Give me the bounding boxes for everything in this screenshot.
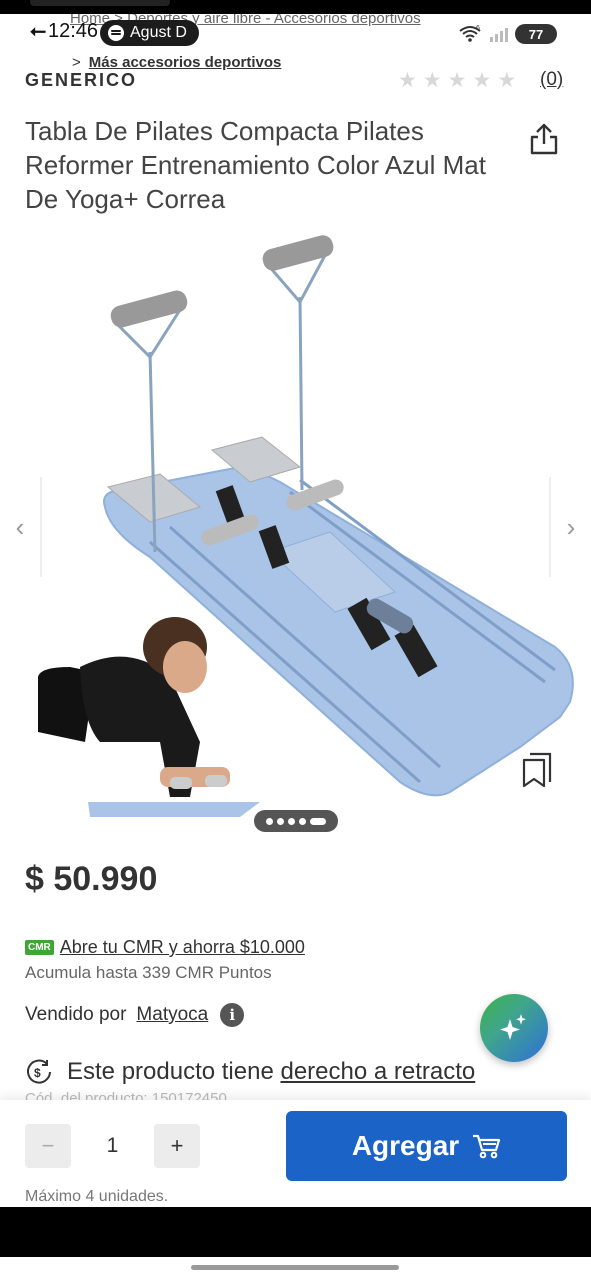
sub-breadcrumb: > Más accesorios deportivos	[72, 54, 281, 71]
add-to-cart-label: Agregar	[351, 1130, 460, 1161]
gallery-prev-button[interactable]: ‹	[0, 477, 42, 577]
add-to-cart-button[interactable]: Agregar	[286, 1111, 567, 1181]
product-code: Cód. del producto: 150172450	[25, 1092, 227, 1100]
pagination-dot[interactable]	[277, 817, 284, 825]
ai-assistant-button[interactable]	[480, 994, 548, 1062]
status-bar: Home > Deportes y aire libre - Accesorio…	[0, 14, 591, 71]
seller-link[interactable]: Matyoca	[136, 1004, 208, 1026]
money-return-icon: $	[27, 1059, 51, 1084]
seller-label: Vendido por	[25, 1004, 127, 1025]
gallery-pagination	[254, 810, 338, 832]
spotify-icon	[108, 25, 124, 41]
bottom-black-bar	[0, 1207, 591, 1257]
bookmark-icon[interactable]	[522, 752, 552, 788]
quantity-value: 1	[106, 1134, 119, 1157]
now-playing-label: Agust D	[130, 24, 187, 41]
cmr-points-text: Acumula hasta 339 CMR Puntos	[25, 963, 272, 982]
retracto-link[interactable]: derecho a retracto	[280, 1058, 475, 1085]
seller-info: Vendido por Matyoca i	[25, 1003, 245, 1027]
chevron-right-icon: ›	[566, 511, 576, 542]
star-icon: ★	[447, 69, 467, 92]
home-indicator[interactable]	[191, 1265, 399, 1270]
wifi-icon: 6	[459, 25, 481, 42]
retracto-notice: $ Este producto tiene derecho a retracto	[25, 1058, 475, 1086]
add-to-cart-bar: − 1 + Agregar Máximo 4 unidades.	[0, 1100, 591, 1208]
star-icon: ★	[398, 69, 417, 92]
pagination-dot[interactable]	[288, 817, 295, 825]
signal-icon	[490, 26, 508, 42]
clock: 12:46	[48, 20, 99, 42]
battery-indicator: 77	[515, 24, 557, 44]
max-units-note: Máximo 4 unidades.	[25, 1188, 169, 1205]
retracto-text: Este producto tiene	[67, 1058, 274, 1085]
product-image	[38, 235, 574, 817]
star-icon: ★	[472, 69, 492, 92]
cmr-offer: CMR Abre tu CMR y ahorra $10.000	[25, 937, 305, 958]
cart-icon	[473, 1134, 501, 1159]
pagination-dot[interactable]	[310, 817, 326, 825]
pagination-dot[interactable]	[266, 817, 273, 825]
quantity-increase-button[interactable]: +	[154, 1124, 200, 1168]
more-accessories-link[interactable]: Más accesorios deportivos	[89, 54, 282, 71]
cmr-offer-link[interactable]: Abre tu CMR y ahorra $10.000	[60, 937, 305, 958]
info-icon[interactable]: i	[220, 1003, 245, 1027]
star-icon: ★	[422, 69, 442, 92]
svg-text:6: 6	[476, 25, 480, 32]
chevron-left-icon: ‹	[15, 511, 25, 542]
star-icon: ★	[497, 69, 517, 92]
rating-count-link[interactable]: (0)	[540, 69, 563, 91]
quantity-decrease-button[interactable]: −	[25, 1124, 71, 1168]
back-arrow-icon[interactable]: ⭠	[30, 20, 46, 43]
product-image-gallery[interactable]: ‹ ›	[0, 222, 591, 842]
status-time: ⭠ 12:46	[30, 20, 98, 43]
sparkle-icon	[500, 1014, 526, 1040]
product-price: $ 50.990	[25, 860, 158, 898]
svg-text:$: $	[34, 1066, 41, 1080]
share-icon[interactable]	[528, 122, 560, 156]
brand-name[interactable]: GENERICO	[25, 70, 137, 91]
gallery-next-button[interactable]: ›	[549, 477, 591, 577]
cmr-badge: CMR	[25, 940, 54, 955]
rating-stars[interactable]: ★ ★ ★ ★ ★	[398, 68, 516, 93]
product-title: Tabla De Pilates Compacta Pilates Reform…	[25, 116, 486, 214]
now-playing-pill[interactable]: Agust D	[100, 20, 199, 46]
chevron-right-icon: >	[72, 54, 81, 71]
pagination-dot[interactable]	[299, 817, 306, 825]
top-black-strip	[0, 0, 591, 14]
